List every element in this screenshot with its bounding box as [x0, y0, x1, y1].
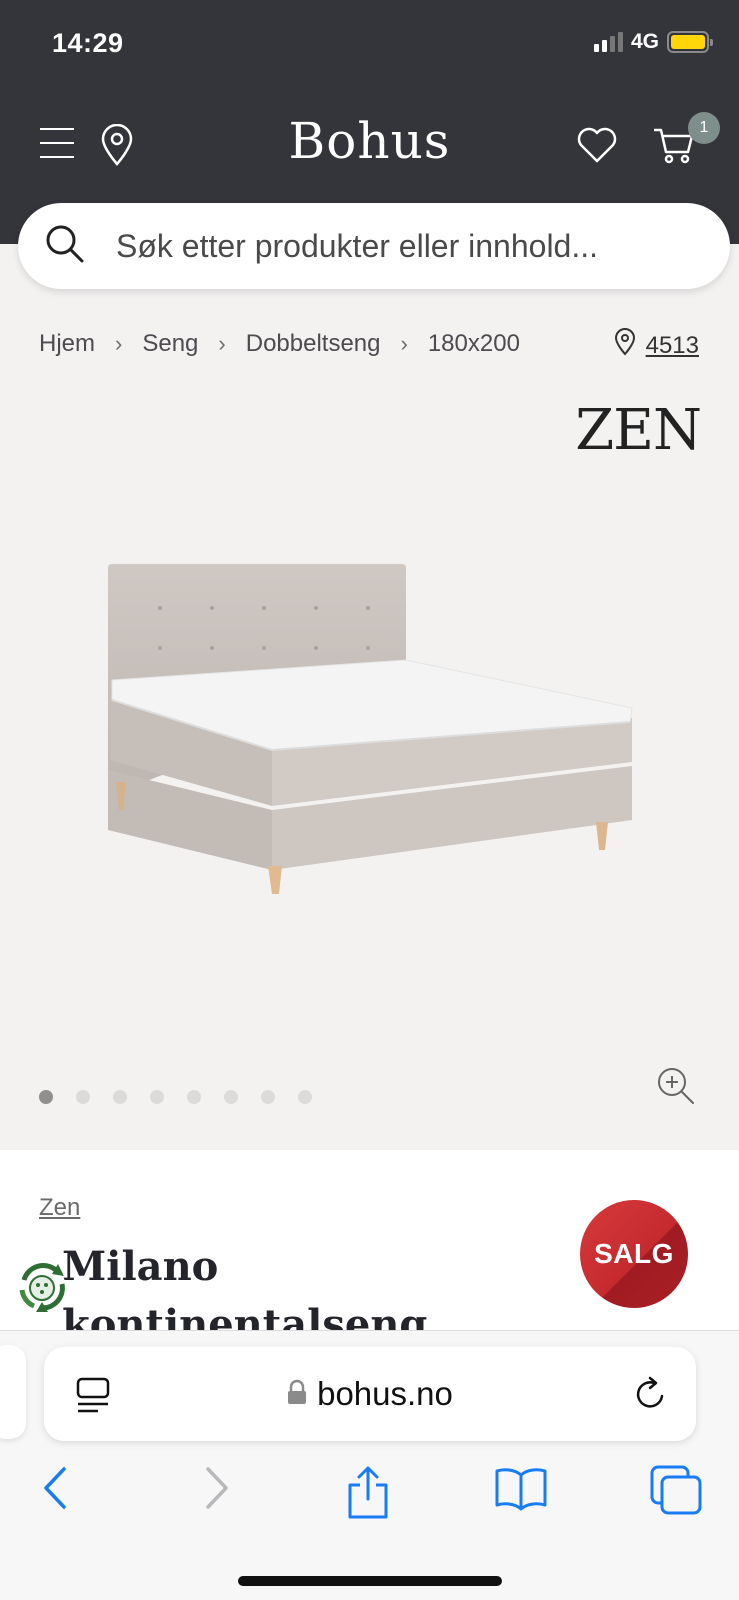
- image-carousel-dots: [39, 1090, 312, 1104]
- heart-icon[interactable]: [576, 126, 618, 169]
- carousel-dot[interactable]: [76, 1090, 90, 1104]
- back-icon[interactable]: [40, 1465, 72, 1516]
- site-logo[interactable]: Bohus: [0, 112, 739, 170]
- status-time: 14:29: [52, 28, 124, 58]
- url-display[interactable]: bohus.no: [44, 1375, 696, 1413]
- brand-logo: ZEN: [575, 398, 702, 463]
- browser-toolbar: [0, 1465, 739, 1527]
- product-title-line1: Milano: [62, 1243, 219, 1290]
- network-label: 4G: [630, 30, 659, 53]
- forward-icon[interactable]: [200, 1465, 232, 1516]
- chevron-right-icon: ›: [400, 331, 408, 356]
- brand-link[interactable]: Zen: [39, 1194, 80, 1222]
- status-indicators: 4G: [593, 30, 713, 54]
- breadcrumb-item-dobbeltseng[interactable]: Dobbeltseng: [246, 330, 381, 358]
- signal-icon: [593, 32, 623, 52]
- address-bar[interactable]: bohus.no: [44, 1347, 696, 1441]
- tabs-icon[interactable]: [650, 1465, 702, 1520]
- search-bar[interactable]: [18, 203, 730, 289]
- bookmarks-icon[interactable]: [494, 1465, 548, 1516]
- breadcrumb-item-size[interactable]: 180x200: [428, 330, 520, 358]
- url-text[interactable]: bohus.no: [317, 1375, 453, 1413]
- carousel-dot[interactable]: [39, 1090, 53, 1104]
- chevron-right-icon: ›: [115, 331, 123, 356]
- browser-bottom-bar: bohus.no: [0, 1330, 739, 1600]
- product-title: Milano kontinentalseng: [62, 1238, 492, 1330]
- home-indicator[interactable]: [238, 1576, 502, 1586]
- carousel-dot[interactable]: [187, 1090, 201, 1104]
- breadcrumb-item-hjem[interactable]: Hjem: [39, 330, 95, 358]
- recycle-icon[interactable]: [14, 1258, 70, 1323]
- chevron-right-icon: ›: [218, 331, 226, 356]
- reload-icon[interactable]: [632, 1375, 668, 1418]
- breadcrumb-item-seng[interactable]: Seng: [142, 330, 198, 358]
- breadcrumb: Hjem › Seng › Dobbeltseng › 180x200: [39, 330, 520, 358]
- carousel-dot[interactable]: [224, 1090, 238, 1104]
- lock-icon: [287, 1375, 307, 1413]
- carousel-dot[interactable]: [261, 1090, 275, 1104]
- sale-badge: SALG: [580, 1200, 688, 1308]
- search-input[interactable]: [116, 227, 716, 265]
- carousel-dot[interactable]: [298, 1090, 312, 1104]
- share-icon[interactable]: [346, 1465, 390, 1526]
- product-title-line2: kontinentalseng: [62, 1301, 428, 1330]
- battery-icon: [667, 31, 713, 53]
- product-image[interactable]: [100, 560, 640, 925]
- zoom-in-icon[interactable]: [656, 1066, 696, 1111]
- selected-store[interactable]: 4513: [614, 328, 699, 363]
- previous-tab-preview[interactable]: [0, 1345, 26, 1439]
- location-pin-icon: [614, 328, 636, 363]
- product-info: Zen Milano kontinentalseng SALG: [0, 1150, 739, 1330]
- cart-count-badge: 1: [688, 112, 720, 144]
- search-icon[interactable]: [44, 223, 86, 270]
- store-number[interactable]: 4513: [646, 332, 699, 360]
- carousel-dot[interactable]: [113, 1090, 127, 1104]
- carousel-dot[interactable]: [150, 1090, 164, 1104]
